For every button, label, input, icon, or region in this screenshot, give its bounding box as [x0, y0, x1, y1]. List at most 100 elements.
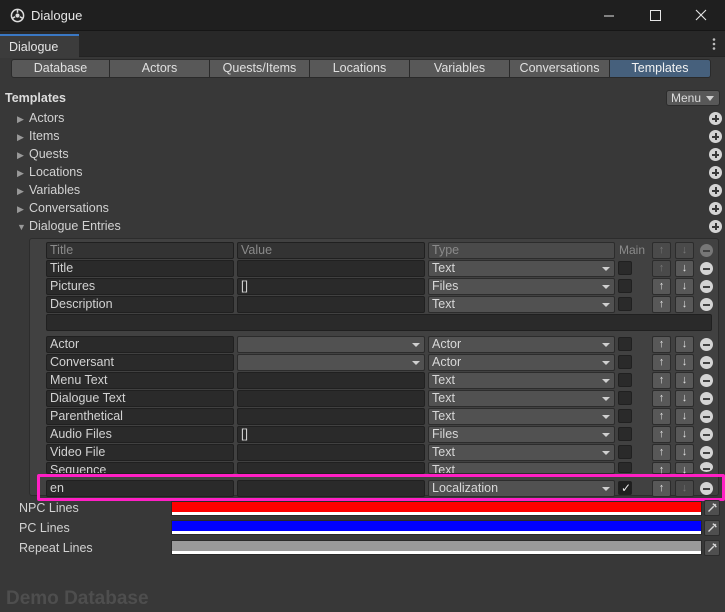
add-actors-field-button[interactable]: [709, 112, 722, 125]
field-title-input[interactable]: Actor: [46, 336, 234, 353]
add-quests-field-button[interactable]: [709, 148, 722, 161]
remove-field-button[interactable]: [700, 446, 713, 459]
main-checkbox[interactable]: [618, 373, 632, 387]
field-title-input[interactable]: Title: [46, 260, 234, 277]
tab-templates[interactable]: Templates: [610, 59, 711, 78]
maximize-button[interactable]: [632, 0, 678, 31]
field-title-input[interactable]: Dialogue Text: [46, 390, 234, 407]
field-title-input[interactable]: Description: [46, 296, 234, 313]
main-checkbox[interactable]: [618, 409, 632, 423]
remove-field-button[interactable]: [700, 356, 713, 369]
move-up-button[interactable]: ↑: [652, 278, 671, 295]
add-variables-field-button[interactable]: [709, 184, 722, 197]
more-options-icon[interactable]: [708, 37, 720, 51]
eyedropper-icon[interactable]: [704, 520, 720, 536]
move-down-button[interactable]: ↓: [675, 278, 694, 295]
minimize-button[interactable]: [586, 0, 632, 31]
remove-field-button[interactable]: [700, 462, 713, 472]
move-down-button[interactable]: ↓: [675, 336, 694, 353]
tab-dialogue[interactable]: Dialogue: [0, 34, 79, 58]
field-type-dropdown[interactable]: Actor: [428, 354, 615, 371]
main-checkbox[interactable]: [618, 279, 632, 293]
add-dialogue-entry-field-button[interactable]: [709, 220, 722, 233]
repeat-lines-color-field[interactable]: [171, 540, 702, 555]
move-down-button[interactable]: ↓: [675, 372, 694, 389]
field-title-input[interactable]: Parenthetical: [46, 408, 234, 425]
field-value-dropdown[interactable]: [237, 354, 425, 371]
foldout-variables[interactable]: ▶ Variables: [17, 182, 80, 198]
move-up-button[interactable]: ↑: [652, 480, 671, 497]
move-down-button[interactable]: ↓: [675, 260, 694, 277]
tab-locations[interactable]: Locations: [310, 59, 410, 78]
move-up-button[interactable]: ↑: [652, 372, 671, 389]
field-type-dropdown[interactable]: Localization: [428, 480, 615, 497]
move-down-button[interactable]: ↓: [675, 408, 694, 425]
field-title-input[interactable]: Sequence: [46, 462, 234, 474]
field-value-input[interactable]: [237, 390, 425, 407]
field-type-dropdown[interactable]: Text: [428, 462, 615, 474]
menu-dropdown[interactable]: Menu: [666, 90, 720, 106]
add-locations-field-button[interactable]: [709, 166, 722, 179]
main-checkbox[interactable]: [618, 427, 632, 441]
field-type-dropdown[interactable]: Files: [428, 278, 615, 295]
add-conversations-field-button[interactable]: [709, 202, 722, 215]
foldout-actors[interactable]: ▶ Actors: [17, 110, 64, 126]
field-type-dropdown[interactable]: Text: [428, 390, 615, 407]
field-type-dropdown[interactable]: Text: [428, 296, 615, 313]
move-up-button[interactable]: ↑: [652, 354, 671, 371]
move-up-button[interactable]: ↑: [652, 462, 671, 476]
main-checkbox[interactable]: [618, 445, 632, 459]
field-type-dropdown[interactable]: Text: [428, 260, 615, 277]
remove-field-button[interactable]: [700, 392, 713, 405]
description-textarea[interactable]: [46, 314, 712, 331]
field-value-input[interactable]: [237, 260, 425, 277]
foldout-items[interactable]: ▶ Items: [17, 128, 60, 144]
foldout-conversations[interactable]: ▶ Conversations: [17, 200, 109, 216]
field-value-dropdown[interactable]: [237, 336, 425, 353]
move-up-button[interactable]: ↑: [652, 390, 671, 407]
tab-actors[interactable]: Actors: [110, 59, 210, 78]
move-down-button[interactable]: ↓: [675, 426, 694, 443]
field-title-input[interactable]: Video File: [46, 444, 234, 461]
field-title-input[interactable]: Pictures: [46, 278, 234, 295]
remove-field-button[interactable]: [700, 338, 713, 351]
move-down-button[interactable]: ↓: [675, 444, 694, 461]
main-checkbox[interactable]: [618, 462, 632, 473]
tab-database[interactable]: Database: [11, 59, 110, 78]
remove-field-button[interactable]: [700, 374, 713, 387]
move-up-button[interactable]: ↑: [652, 426, 671, 443]
field-value-input[interactable]: []: [237, 278, 425, 295]
move-up-button[interactable]: ↑: [652, 296, 671, 313]
field-value-input[interactable]: [237, 296, 425, 313]
foldout-dialogue-entries[interactable]: ▼ Dialogue Entries: [17, 218, 121, 234]
eyedropper-icon[interactable]: [704, 500, 720, 516]
move-up-button[interactable]: ↑: [652, 408, 671, 425]
field-type-dropdown[interactable]: Text: [428, 444, 615, 461]
main-checkbox[interactable]: [618, 391, 632, 405]
field-value-input[interactable]: []: [237, 426, 425, 443]
remove-field-button[interactable]: [700, 280, 713, 293]
tab-variables[interactable]: Variables: [410, 59, 510, 78]
remove-field-button[interactable]: [700, 262, 713, 275]
foldout-locations[interactable]: ▶ Locations: [17, 164, 83, 180]
remove-field-button[interactable]: [700, 298, 713, 311]
tab-quests-items[interactable]: Quests/Items: [210, 59, 310, 78]
move-up-button[interactable]: ↑: [652, 444, 671, 461]
field-title-input[interactable]: Audio Files: [46, 426, 234, 443]
field-value-input[interactable]: [237, 372, 425, 389]
field-value-input[interactable]: [237, 444, 425, 461]
move-down-button[interactable]: ↓: [675, 390, 694, 407]
field-type-dropdown[interactable]: Text: [428, 372, 615, 389]
field-type-dropdown[interactable]: Actor: [428, 336, 615, 353]
field-value-input[interactable]: [237, 408, 425, 425]
field-value-input[interactable]: [237, 480, 425, 497]
close-button[interactable]: [678, 0, 724, 31]
field-value-input[interactable]: [237, 462, 425, 474]
npc-lines-color-field[interactable]: [171, 501, 702, 516]
main-checkbox[interactable]: [618, 261, 632, 275]
main-checkbox[interactable]: [618, 297, 632, 311]
add-items-field-button[interactable]: [709, 130, 722, 143]
field-type-dropdown[interactable]: Files: [428, 426, 615, 443]
eyedropper-icon[interactable]: [704, 540, 720, 556]
field-title-input[interactable]: Menu Text: [46, 372, 234, 389]
